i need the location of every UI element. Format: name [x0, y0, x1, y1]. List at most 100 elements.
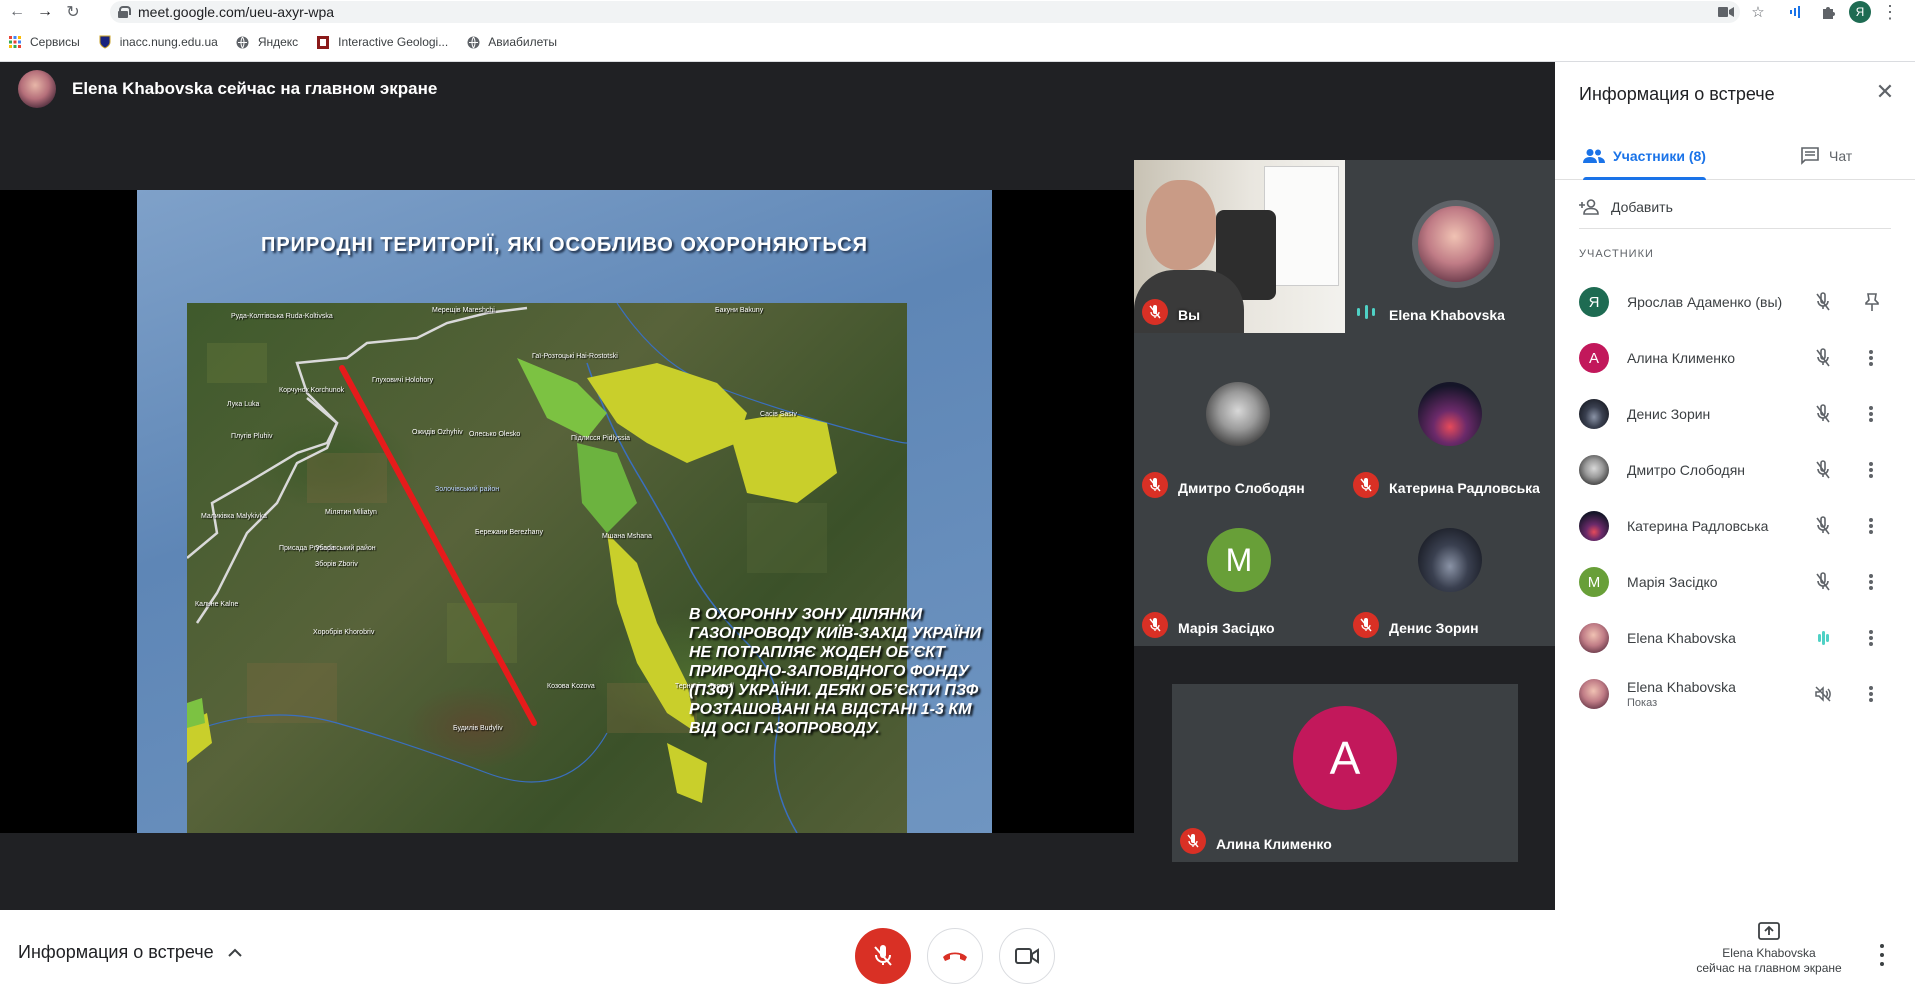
participant-avatar — [1579, 511, 1609, 541]
more-options-icon[interactable] — [1861, 571, 1881, 593]
participant-row[interactable]: Катерина Радловська — [1579, 497, 1909, 553]
mic-off-indicator — [1142, 472, 1168, 498]
bookmark-label: Сервисы — [30, 35, 80, 49]
more-options-icon[interactable] — [1861, 403, 1881, 425]
pin-icon[interactable] — [1863, 292, 1881, 312]
leave-call-button[interactable] — [927, 928, 983, 984]
reload-icon[interactable]: ↻ — [62, 1, 84, 23]
bookmark-flights[interactable]: Авиабилеты — [466, 35, 557, 49]
tile-name: Elena Khabovska — [1389, 307, 1505, 323]
participant-name: Денис Зорин — [1627, 406, 1711, 422]
mic-off-icon[interactable] — [1813, 348, 1833, 368]
presentation-slide: ПРИРОДНІ ТЕРИТОРІЇ, ЯКІ ОСОБЛИВО ОХОРОНЯ… — [137, 190, 992, 833]
address-bar[interactable]: meet.google.com/ueu-axyr-wpa — [110, 1, 1740, 23]
participant-avatar: М — [1207, 528, 1271, 592]
present-now-button[interactable]: Elena Khabovska сейчас на главном экране — [1680, 922, 1858, 976]
extension-audio-icon[interactable] — [1786, 2, 1806, 22]
map-label: Корчунок Korchunok — [279, 387, 345, 394]
more-options-icon[interactable] — [1861, 627, 1881, 649]
map-label: Зборів Zboriv — [315, 561, 358, 568]
meeting-info-label: Информация о встрече — [18, 942, 214, 962]
participant-row[interactable]: М Марія Засідко — [1579, 553, 1909, 609]
map-label: Лука Luka — [227, 401, 260, 408]
tile-name: Алина Клименко — [1216, 836, 1332, 852]
tile-elena-khabovska[interactable]: Elena Khabovska — [1345, 160, 1556, 333]
participant-row[interactable]: Денис Зорин — [1579, 385, 1909, 441]
participant-row[interactable]: Дмитро Слободян — [1579, 441, 1909, 497]
tab-label: Участники (8) — [1613, 148, 1706, 164]
camera-toggle-button[interactable] — [999, 928, 1055, 984]
profile-avatar[interactable]: Я — [1849, 1, 1871, 23]
microphone-toggle-button[interactable] — [855, 928, 911, 984]
slide-map: Руда-Колтівська Ruda-Koltivska Мерещів M… — [187, 303, 907, 833]
participant-row[interactable]: Elena Khabovska — [1579, 609, 1909, 665]
bookmark-yandex[interactable]: Яндекс — [236, 35, 298, 49]
mic-off-icon[interactable] — [1813, 404, 1833, 424]
map-label: Сасів Sasiv — [760, 411, 797, 418]
bookmark-label: Авиабилеты — [488, 35, 557, 49]
close-icon[interactable]: ✕ — [1873, 79, 1897, 104]
tile-alina-klymenko[interactable]: А Алина Клименко — [1172, 684, 1518, 862]
mic-off-indicator — [1353, 472, 1379, 498]
meeting-details-button[interactable]: Информация о встрече — [18, 942, 242, 963]
bookmark-geology[interactable]: Interactive Geologi... — [316, 35, 448, 49]
presenting-line2: сейчас на главном экране — [1696, 961, 1842, 975]
bookmark-label: inacc.nung.edu.ua — [119, 35, 218, 49]
tile-denys-zoryn[interactable]: Денис Зорин — [1345, 506, 1556, 646]
add-people-button[interactable]: Добавить — [1579, 192, 1673, 222]
participant-avatar: А — [1293, 706, 1397, 810]
extensions-puzzle-icon[interactable] — [1818, 2, 1838, 22]
map-label: Глуховичі Holohory — [372, 377, 434, 384]
more-options-icon[interactable] — [1861, 347, 1881, 369]
browser-menu-icon[interactable]: ⋮ — [1880, 2, 1900, 22]
map-label: Підлисся Pidlyssia — [571, 435, 631, 442]
camera-icon[interactable] — [1716, 2, 1736, 22]
tile-name: Вы — [1178, 307, 1201, 323]
divider — [1579, 228, 1891, 229]
bookmark-inacc[interactable]: inacc.nung.edu.ua — [98, 35, 218, 49]
tile-self[interactable]: Вы — [1134, 160, 1345, 333]
volume-off-icon[interactable] — [1813, 684, 1833, 704]
chat-icon — [1801, 147, 1819, 165]
tile-mariia-zasidko[interactable]: М Марія Засідко — [1134, 506, 1345, 646]
tile-kateryna-radlovska[interactable]: Катерина Радловська — [1345, 333, 1556, 506]
participant-avatar — [1579, 623, 1609, 653]
participants-section-label: УЧАСТНИКИ — [1579, 248, 1654, 260]
globe-icon — [236, 35, 250, 49]
forward-arrow-icon[interactable]: → — [34, 1, 56, 23]
back-arrow-icon[interactable]: ← — [6, 1, 28, 23]
participant-row[interactable]: Я Ярослав Адаменко (вы) — [1579, 273, 1909, 329]
book-logo-icon — [316, 35, 330, 49]
tab-chat[interactable]: Чат — [1801, 132, 1852, 180]
participant-name: Алина Клименко — [1627, 350, 1736, 366]
mic-off-indicator — [1142, 299, 1168, 325]
participant-row[interactable]: Elena Khabovska Показ — [1579, 665, 1909, 721]
map-label: Мілятин Miliatyn — [325, 509, 377, 516]
panel-title: Информация о встрече — [1579, 84, 1775, 104]
participant-row[interactable]: А Алина Клименко — [1579, 329, 1909, 385]
videocam-icon — [1015, 948, 1039, 964]
bookmark-apps[interactable]: Сервисы — [8, 35, 80, 49]
meeting-details-panel: Информация о встрече ✕ Участники (8) Чат… — [1555, 62, 1915, 910]
meeting-stage: Elena Khabovska сейчас на главном экране… — [0, 62, 1556, 910]
tile-name: Дмитро Слободян — [1178, 480, 1305, 496]
participant-avatar — [1579, 455, 1609, 485]
slide-title: ПРИРОДНІ ТЕРИТОРІЇ, ЯКІ ОСОБЛИВО ОХОРОНЯ… — [260, 234, 869, 256]
mic-off-icon[interactable] — [1813, 572, 1833, 592]
participant-subtitle: Показ — [1627, 697, 1658, 709]
tile-dmytro-slobodian[interactable]: Дмитро Слободян — [1134, 333, 1345, 506]
mic-off-icon[interactable] — [1813, 460, 1833, 480]
participant-avatar — [1579, 399, 1609, 429]
mic-off-icon[interactable] — [1813, 516, 1833, 536]
more-options-icon[interactable] — [1861, 683, 1881, 705]
participant-name: Elena Khabovska — [1627, 679, 1736, 695]
tab-participants[interactable]: Участники (8) — [1583, 132, 1706, 180]
tile-name: Катерина Радловська — [1389, 480, 1540, 496]
map-label: Мерещів Mareshchi — [432, 307, 495, 314]
presenter-avatar — [18, 70, 56, 108]
more-options-icon[interactable] — [1877, 944, 1887, 966]
more-options-icon[interactable] — [1861, 459, 1881, 481]
mic-off-icon[interactable] — [1813, 292, 1833, 312]
more-options-icon[interactable] — [1861, 515, 1881, 537]
star-icon[interactable]: ☆ — [1748, 2, 1768, 22]
